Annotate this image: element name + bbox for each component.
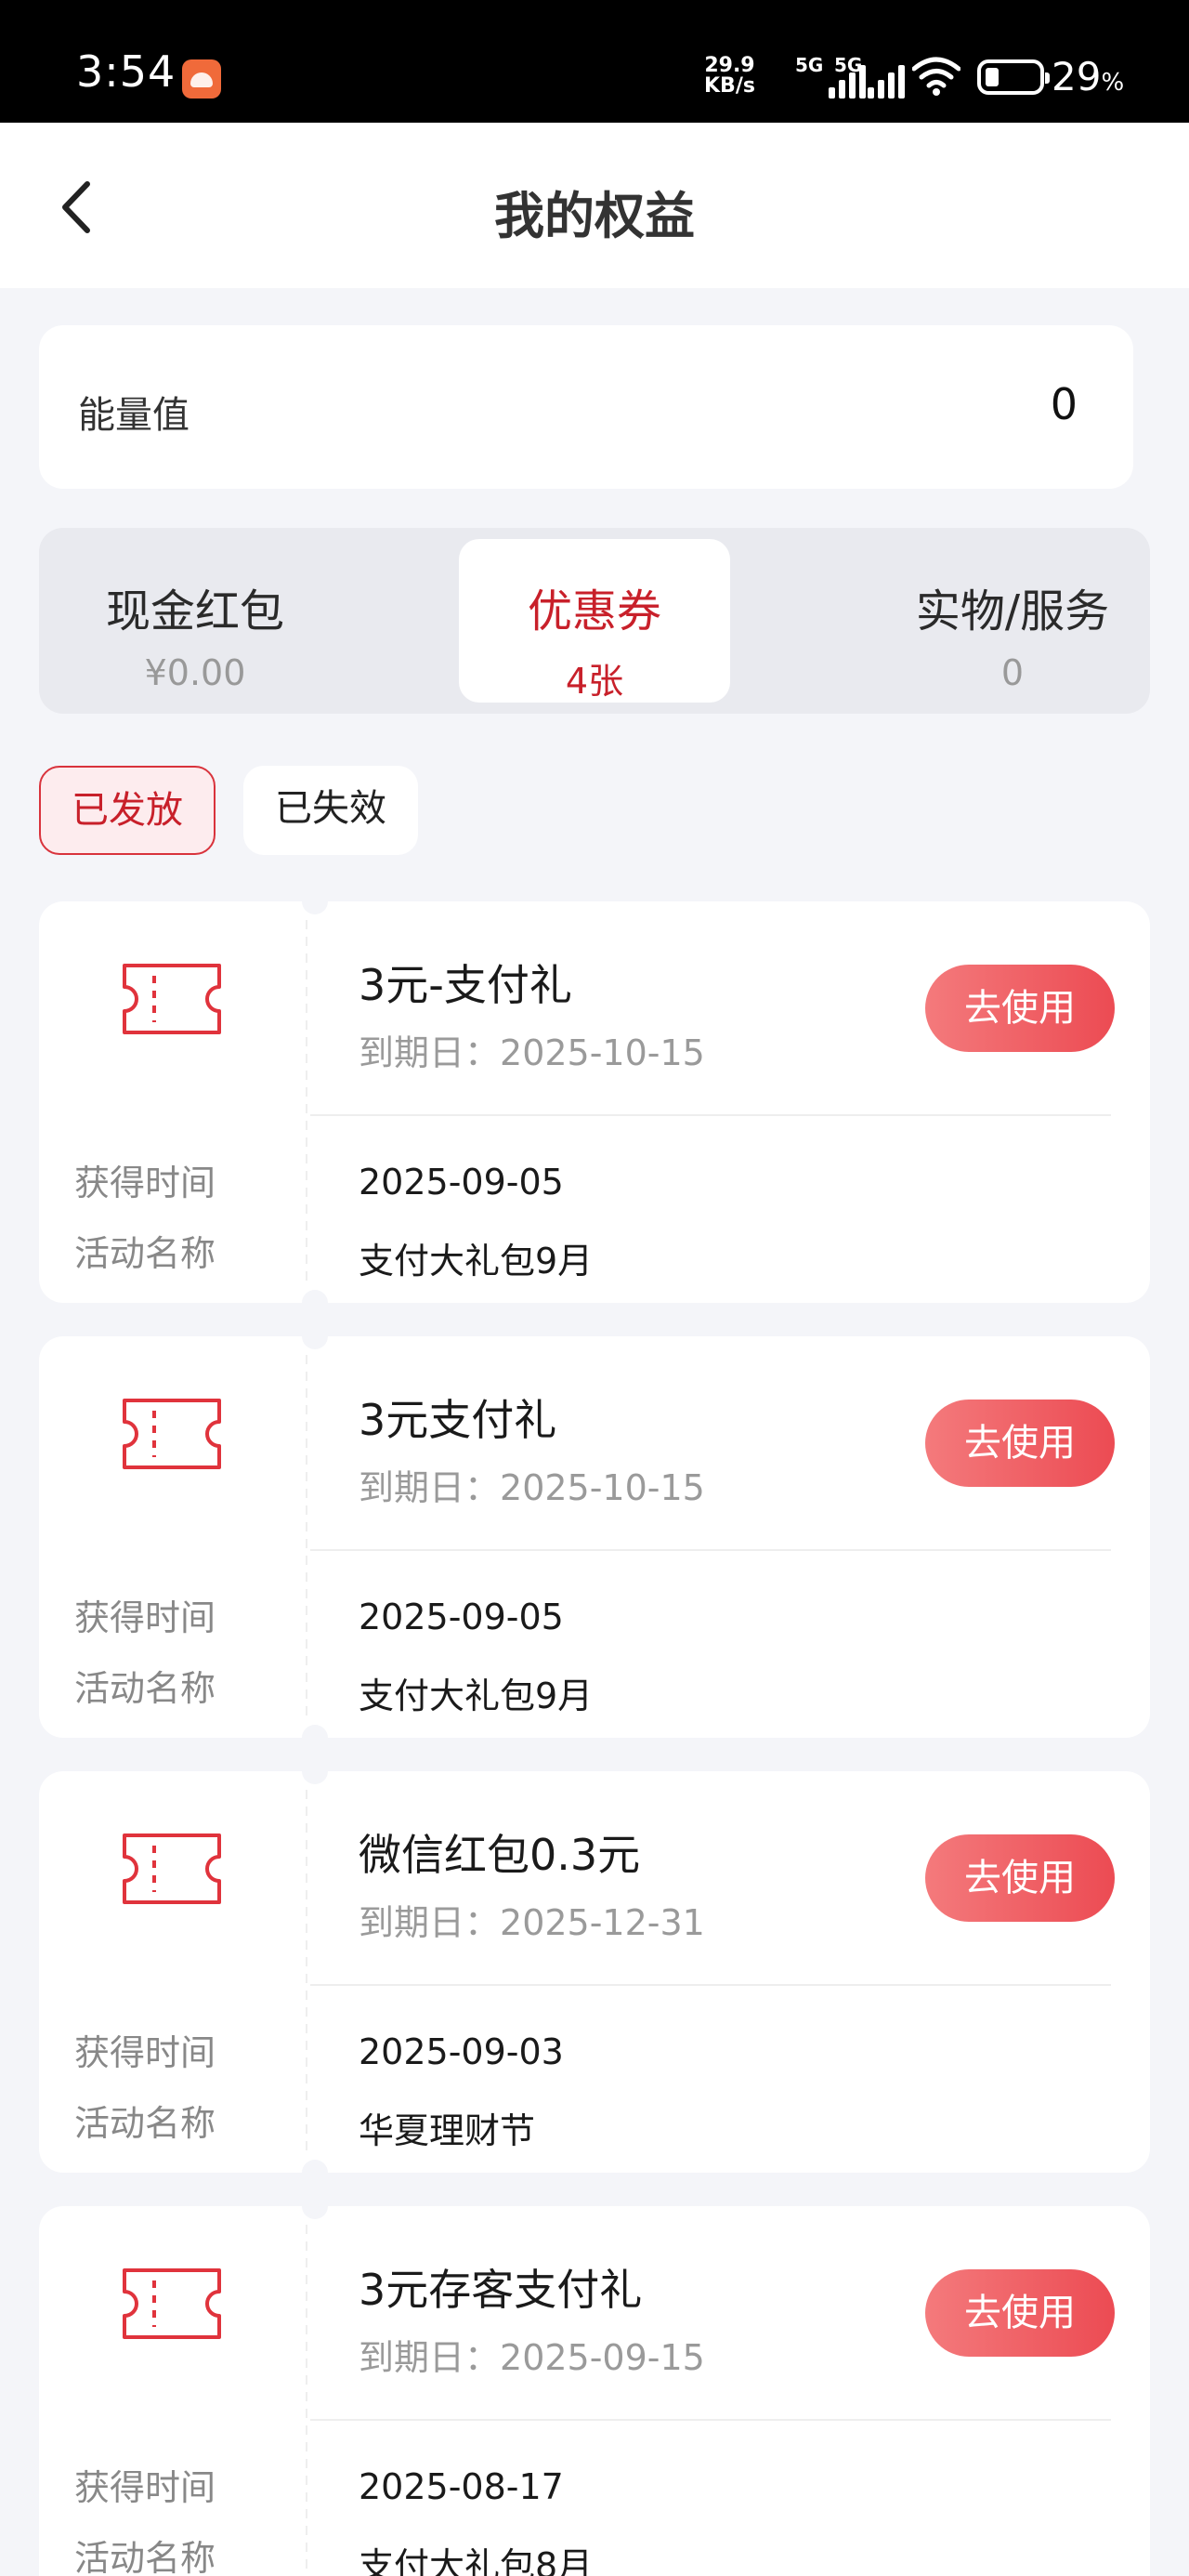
expiry-label: 到期日： — [359, 1902, 501, 1943]
activity-name-label: 活动名称 — [74, 2103, 216, 2144]
signal-label: 5G — [795, 54, 824, 76]
obtained-time-label: 获得时间 — [74, 2467, 216, 2508]
activity-name-value: 支付大礼包9月 — [359, 1676, 594, 1716]
obtained-time-value: 2025-09-05 — [359, 1597, 564, 1637]
expiry-date: 2025-10-15 — [500, 1467, 705, 1508]
obtained-time-value: 2025-09-03 — [359, 2031, 564, 2072]
obtained-time-value: 2025-08-17 — [359, 2466, 564, 2507]
coupon-expiry: 到期日：2025-12-31 — [359, 1894, 705, 1945]
obtained-time-label: 获得时间 — [74, 1597, 216, 1638]
activity-name-value: 支付大礼包8月 — [359, 2545, 594, 2576]
ticket-icon — [123, 2268, 221, 2339]
use-coupon-button[interactable]: 去使用 — [925, 1834, 1115, 1922]
energy-value: 0 — [1050, 379, 1078, 429]
activity-name-label: 活动名称 — [74, 2538, 216, 2576]
tab-title: 现金红包 — [105, 585, 284, 637]
battery-unit: % — [1101, 69, 1125, 97]
category-tabs: 现金红包 ¥0.00 优惠券 4张 实物/服务 0 — [39, 528, 1150, 714]
coupon-card: 3元支付礼 到期日：2025-10-15 去使用 获得时间 2025-09-05… — [39, 1336, 1150, 1738]
obtained-time-value: 2025-09-05 — [359, 1162, 564, 1203]
activity-name-value: 支付大礼包9月 — [359, 1241, 594, 1281]
activity-name-label: 活动名称 — [74, 1233, 216, 1274]
activity-name-label: 活动名称 — [74, 1668, 216, 1709]
ticket-icon — [123, 964, 221, 1034]
ticket-icon — [123, 1399, 221, 1469]
expiry-label: 到期日： — [359, 2337, 501, 2378]
status-bar: 3:54 29.9 KB/s 5G 5G 29% — [0, 0, 1189, 123]
tab-title: 实物/服务 — [915, 585, 1110, 637]
tab-value: 0 — [1000, 652, 1025, 693]
use-coupon-button[interactable]: 去使用 — [925, 2269, 1115, 2357]
coupon-expiry: 到期日：2025-10-15 — [359, 1459, 705, 1510]
tab-coupons[interactable]: 优惠券 4张 — [459, 539, 730, 703]
page-title: 我的权益 — [494, 187, 695, 245]
filter-issued-button[interactable]: 已发放 — [39, 766, 216, 855]
app-notification-icon — [182, 59, 221, 99]
activity-name-value: 华夏理财节 — [359, 2110, 536, 2151]
obtained-time-label: 获得时间 — [74, 1163, 216, 1203]
expiry-date: 2025-09-15 — [500, 2337, 705, 2378]
nav-bar: 我的权益 — [0, 123, 1189, 288]
network-speed-value: 29.9 — [704, 54, 755, 77]
tab-goods-services[interactable]: 实物/服务 0 — [882, 539, 1143, 703]
coupon-title: 3元支付礼 — [359, 1395, 557, 1445]
coupon-card: 3元-支付礼 到期日：2025-10-15 去使用 获得时间 2025-09-0… — [39, 901, 1150, 1303]
obtained-time-label: 获得时间 — [74, 2032, 216, 2073]
wifi-icon — [912, 57, 960, 96]
use-coupon-button[interactable]: 去使用 — [925, 1400, 1115, 1487]
coupon-card: 3元存客支付礼 到期日：2025-09-15 去使用 获得时间 2025-08-… — [39, 2206, 1150, 2576]
battery-value: 29 — [1052, 54, 1102, 99]
divider — [310, 1984, 1111, 1986]
ticket-icon — [123, 1833, 221, 1904]
signal-label: 5G — [834, 54, 863, 76]
filter-expired-button[interactable]: 已失效 — [243, 766, 418, 855]
expiry-date: 2025-12-31 — [500, 1902, 705, 1943]
energy-label: 能量值 — [78, 394, 189, 437]
divider — [310, 1114, 1111, 1116]
tab-value: 4张 — [565, 661, 624, 702]
expiry-label: 到期日： — [359, 1032, 501, 1073]
divider — [310, 2419, 1111, 2421]
coupon-expiry: 到期日：2025-10-15 — [359, 1024, 705, 1075]
tab-title: 优惠券 — [527, 585, 661, 637]
battery-icon — [977, 59, 1050, 95]
coupon-card: 微信红包0.3元 到期日：2025-12-31 去使用 获得时间 2025-09… — [39, 1771, 1150, 2173]
coupon-title: 微信红包0.3元 — [359, 1830, 641, 1880]
expiry-label: 到期日： — [359, 1467, 501, 1508]
coupon-title: 3元存客支付礼 — [359, 2265, 643, 2315]
coupon-expiry: 到期日：2025-09-15 — [359, 2329, 705, 2380]
expiry-date: 2025-10-15 — [500, 1032, 705, 1073]
status-time: 3:54 — [76, 46, 176, 97]
divider — [310, 1549, 1111, 1551]
energy-card: 能量值 0 — [39, 325, 1133, 489]
battery-percentage: 29% — [1052, 54, 1124, 99]
tab-value: ¥0.00 — [144, 652, 246, 693]
tab-cash-red-packet[interactable]: 现金红包 ¥0.00 — [56, 539, 334, 703]
network-speed-unit: KB/s — [704, 74, 755, 98]
use-coupon-button[interactable]: 去使用 — [925, 965, 1115, 1052]
coupon-title: 3元-支付礼 — [359, 960, 572, 1010]
network-speed: 29.9 KB/s — [704, 56, 755, 97]
